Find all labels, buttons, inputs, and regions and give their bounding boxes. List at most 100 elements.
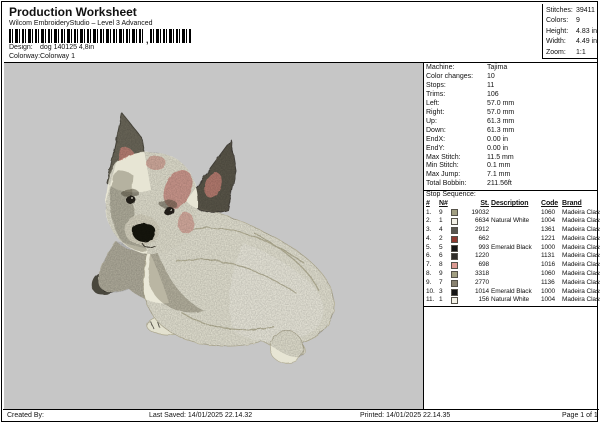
machine-info-label: Total Bobbin: — [426, 180, 467, 188]
summary-label: Width: — [546, 38, 566, 46]
thread-brand: Madeira Classic 40 — [562, 243, 600, 251]
stop-sequence-title: Stop Sequence: — [426, 191, 476, 198]
footer-last-saved: Last Saved: 14/01/2025 22.14.32 — [149, 412, 253, 419]
summary-row: Height: 4.83 in — [546, 27, 598, 37]
summary-value: 4.49 in — [576, 38, 598, 46]
needle-num: 8 — [439, 261, 443, 269]
needle-num: 6 — [439, 252, 443, 260]
summary-label: Zoom: — [546, 48, 566, 56]
machine-info-value: 0.1 mm — [487, 162, 511, 170]
thread-color-swatch — [451, 226, 458, 234]
stitch-count: 19032 — [471, 208, 489, 216]
colorway-label: Colorway: — [9, 53, 41, 60]
stop-table-bottom-separator — [424, 306, 598, 307]
machine-info-value: 11.5 mm — [487, 153, 514, 161]
machine-info-value: 7.1 mm — [487, 171, 511, 179]
design-summary-box: Stitches: 39411 Colors: 9 Height: 4.83 i… — [542, 4, 598, 59]
machine-info-label: EndX: — [426, 135, 446, 143]
stop-num: 3. — [426, 226, 432, 234]
stop-sequence-row: 11. 1 156 Natural White 1004 Madeira Cla… — [426, 296, 600, 305]
machine-info-value: 11 — [487, 81, 495, 89]
design-value: dog 140125 4,8in — [40, 44, 95, 51]
machine-info-value: 0.00 in — [487, 144, 509, 152]
app-version-subtitle: Wilcom EmbroideryStudio – Level 3 Advanc… — [9, 20, 153, 27]
summary-row: Zoom: 1:1 — [546, 48, 598, 58]
needle-num: 7 — [439, 278, 443, 286]
machine-info-value: 10 — [487, 72, 495, 80]
machine-info-value: 211.56ft — [487, 180, 512, 188]
thread-color-swatch — [451, 218, 458, 226]
thread-code: 1000 — [541, 243, 556, 251]
stop-num: 2. — [426, 217, 432, 225]
thread-brand: Madeira Classic 40 — [562, 252, 600, 260]
machine-info-value: 61.3 mm — [487, 126, 515, 134]
thread-code: 1060 — [541, 270, 556, 278]
stitch-count: 156 — [478, 296, 489, 304]
summary-value: 9 — [576, 17, 580, 25]
barcode-bars-left — [9, 29, 145, 43]
stop-num: 6. — [426, 252, 432, 260]
summary-row: Width: 4.49 in — [546, 37, 598, 47]
machine-info-label: Right: — [426, 108, 445, 116]
stitch-count: 6634 — [474, 217, 489, 225]
machine-info-label: Machine: — [426, 64, 455, 71]
machine-info-row: Machine: Tajima — [426, 64, 598, 73]
thread-brand: Madeira Classic 40 — [562, 234, 600, 242]
stop-sequence-row: 8. 9 3318 1060 Madeira Classic 40 — [426, 270, 600, 279]
needle-num: 2 — [439, 234, 443, 242]
needle-num: 5 — [439, 243, 443, 251]
worksheet-page: Production Worksheet Wilcom EmbroiderySt… — [1, 1, 600, 422]
stitch-count: 3318 — [474, 270, 489, 278]
needle-num: 4 — [439, 226, 443, 234]
thread-color-swatch — [451, 262, 458, 270]
machine-info-label: Down: — [426, 126, 446, 134]
footer-separator — [3, 409, 599, 410]
thread-brand: Madeira Classic 40 — [562, 278, 600, 286]
summary-row: Stitches: 39411 — [546, 6, 598, 16]
machine-info-row: Color changes: 10 — [426, 73, 598, 82]
machine-info-label: Max Jump: — [426, 171, 461, 179]
thread-brand: Madeira Classic 40 — [562, 261, 600, 269]
thread-code: 1060 — [541, 208, 556, 216]
stop-sequence-row: 7. 8 698 1016 Madeira Classic 40 — [426, 261, 600, 270]
thread-color-swatch — [451, 235, 458, 243]
stop-num: 11. — [426, 296, 435, 304]
stop-sequence-row: 2. 1 6634 Natural White 1004 Madeira Cla… — [426, 217, 600, 226]
stop-num: 10. — [426, 287, 435, 295]
machine-info-label: Left: — [426, 99, 440, 107]
stop-sequence-row: 6. 6 1220 1131 Madeira Classic 40 — [426, 252, 600, 261]
summary-value: 39411 — [576, 7, 595, 14]
col-header-st: St. — [480, 200, 489, 207]
machine-info-row: EndX: 0.00 in — [426, 136, 598, 145]
thread-color-swatch — [451, 253, 458, 261]
machine-info-row: Right: 57.0 mm — [426, 109, 598, 118]
thread-color-swatch — [451, 279, 458, 287]
panel-separator — [423, 63, 424, 409]
stop-sequence-rows: 1. 9 19032 1060 Madeira Classic 40 2. 1 … — [426, 208, 600, 306]
thread-brand: Madeira Classic 40 — [562, 270, 600, 278]
machine-info-row: Max Stitch: 11.5 mm — [426, 154, 598, 163]
needle-num: 1 — [439, 217, 443, 225]
stitch-count: 1014 — [474, 287, 489, 295]
summary-label: Stitches: — [546, 7, 573, 14]
col-header-brand: Brand — [562, 200, 582, 207]
needle-num: 9 — [439, 270, 443, 278]
stitch-count: 993 — [478, 243, 489, 251]
col-header-num: # — [426, 200, 430, 207]
stitch-count: 698 — [478, 261, 489, 269]
needle-num: 1 — [439, 296, 443, 304]
needle-num: 9 — [439, 208, 443, 216]
stop-sequence-row: 5. 5 993 Emerald Black 1000 Madeira Clas… — [426, 243, 600, 253]
thread-code: 1000 — [541, 287, 556, 295]
design-label: Design: — [9, 44, 33, 51]
stitch-count: 1220 — [474, 252, 489, 260]
machine-info-value: Tajima — [487, 64, 508, 71]
thread-brand: Madeira Classic 40 — [562, 217, 600, 225]
stop-sequence-row: 10. 3 1014 Emerald Black 1000 Madeira Cl… — [426, 287, 600, 297]
page-title: Production Worksheet — [9, 5, 137, 19]
colorway-row: Colorway: Colorway 1 — [9, 53, 75, 60]
machine-info-label: Min Stitch: — [426, 162, 459, 170]
stop-num: 9. — [426, 278, 432, 286]
thread-brand: Madeira Classic 40 — [562, 208, 600, 216]
machine-info-value: 61.3 mm — [487, 117, 515, 125]
